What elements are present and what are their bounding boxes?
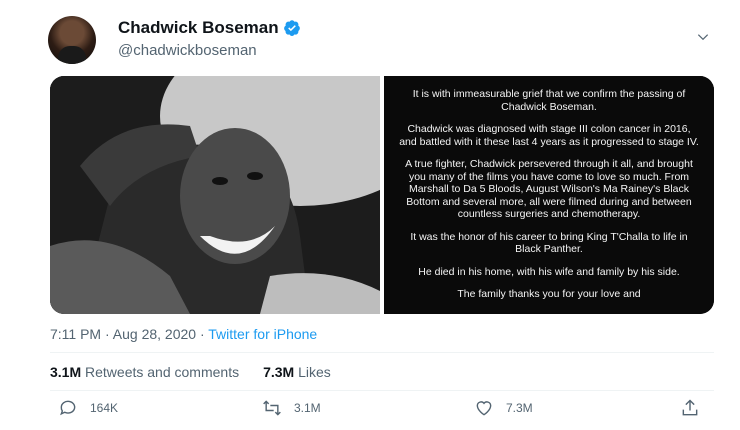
retweet-icon: [263, 400, 281, 416]
engagement-stats: 3.1M Retweets and comments 7.3M Likes: [50, 364, 331, 380]
statement-paragraph: It was the honor of his career to bring …: [410, 230, 688, 256]
retweet-button[interactable]: 3.1M: [262, 398, 321, 418]
tweet-media[interactable]: It is with immeasurable grief that we co…: [50, 76, 714, 314]
likes-stat[interactable]: 7.3M Likes: [263, 364, 331, 380]
family-statement-image[interactable]: It is with immeasurable grief that we co…: [384, 76, 714, 314]
statement-paragraph: He died in his home, with his wife and f…: [418, 265, 680, 278]
verified-badge-icon: [283, 20, 300, 36]
action-bar: 164K 3.1M 7.3M: [50, 398, 714, 422]
retweets-label: Retweets and comments: [85, 364, 240, 380]
retweets-stat[interactable]: 3.1M Retweets and comments: [50, 364, 239, 380]
divider: [50, 390, 714, 391]
author-handle[interactable]: @chadwickboseman: [118, 42, 257, 59]
tweet-source-link[interactable]: Twitter for iPhone: [208, 326, 317, 342]
tweet-date[interactable]: Aug 28, 2020: [113, 326, 196, 342]
portrait-illustration: [50, 76, 380, 314]
divider: [50, 352, 714, 353]
like-count: 7.3M: [506, 401, 533, 415]
retweet-count: 3.1M: [294, 401, 321, 415]
share-icon: [682, 399, 698, 416]
retweets-count: 3.1M: [50, 364, 82, 380]
tweet-time[interactable]: 7:11 PM: [50, 326, 101, 342]
chevron-down-icon[interactable]: [696, 30, 710, 44]
like-button[interactable]: 7.3M: [474, 398, 533, 418]
likes-label: Likes: [298, 364, 331, 380]
statement-paragraph: Chadwick was diagnosed with stage III co…: [399, 123, 699, 148]
heart-icon: [476, 401, 492, 416]
portrait-photo[interactable]: [50, 76, 380, 314]
share-button[interactable]: [680, 398, 700, 418]
statement-paragraph: It is with immeasurable grief that we co…: [412, 88, 686, 113]
statement-paragraph: A true fighter, Chadwick persevered thro…: [405, 158, 693, 220]
likes-count: 7.3M: [263, 364, 295, 380]
statement-paragraph: The family thanks you for your love and: [457, 288, 641, 300]
reply-button[interactable]: 164K: [58, 398, 118, 418]
tweet-timestamp-row: 7:11 PM · Aug 28, 2020 · Twitter for iPh…: [50, 326, 317, 342]
author-name[interactable]: Chadwick Boseman: [118, 18, 279, 38]
reply-icon: [60, 400, 76, 416]
avatar[interactable]: [48, 16, 96, 64]
separator: ·: [105, 326, 113, 342]
tweet-header: Chadwick Boseman @chadwickboseman: [48, 14, 728, 64]
reply-count: 164K: [90, 401, 119, 415]
author-name-row[interactable]: Chadwick Boseman: [118, 18, 301, 38]
